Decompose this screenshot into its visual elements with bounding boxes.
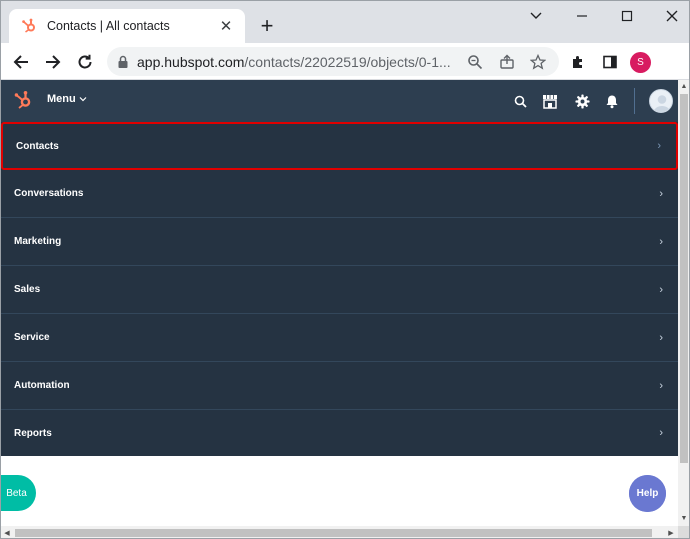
reload-icon[interactable] bbox=[72, 49, 98, 75]
chevron-right-icon: › bbox=[657, 140, 661, 152]
menu-item-sales[interactable]: Sales › bbox=[1, 266, 678, 314]
tab-search-chevron-icon[interactable] bbox=[521, 5, 551, 27]
close-window-icon[interactable] bbox=[657, 5, 687, 27]
beta-button[interactable]: Beta bbox=[1, 475, 36, 511]
lock-icon[interactable] bbox=[117, 55, 129, 69]
scroll-left-arrow-icon[interactable]: ◀ bbox=[1, 526, 13, 538]
menu-item-label: Reports bbox=[14, 427, 52, 439]
scroll-right-arrow-icon[interactable]: ▶ bbox=[665, 526, 677, 538]
menu-item-service[interactable]: Service › bbox=[1, 314, 678, 362]
marketplace-icon[interactable] bbox=[541, 92, 559, 110]
url-text[interactable]: app.hubspot.com/contacts/22022519/object… bbox=[137, 54, 455, 70]
profile-avatar[interactable]: S bbox=[630, 52, 651, 73]
scrollbar-corner bbox=[678, 526, 689, 538]
chevron-right-icon: › bbox=[659, 331, 663, 344]
user-avatar[interactable] bbox=[649, 89, 673, 113]
menu-item-conversations[interactable]: Conversations › bbox=[1, 170, 678, 218]
chevron-right-icon: › bbox=[659, 187, 663, 200]
address-bar[interactable]: app.hubspot.com/contacts/22022519/object… bbox=[107, 47, 559, 76]
search-icon[interactable] bbox=[511, 92, 529, 110]
menu-toggle-button[interactable]: Menu bbox=[47, 93, 87, 105]
menu-item-contacts[interactable]: Contacts › bbox=[1, 122, 678, 170]
menu-item-label: Marketing bbox=[14, 236, 62, 247]
side-panel-icon[interactable] bbox=[597, 49, 623, 75]
page-content bbox=[1, 456, 678, 526]
menu-item-label: Automation bbox=[14, 380, 70, 391]
tab-strip: Contacts | All contacts ✕ + bbox=[1, 1, 689, 43]
tab-close-icon[interactable]: ✕ bbox=[217, 17, 235, 35]
menu-item-label: Service bbox=[14, 332, 50, 343]
scroll-down-arrow-icon[interactable]: ▼ bbox=[678, 512, 689, 524]
minimize-icon[interactable] bbox=[567, 5, 597, 27]
main-menu-dropdown: Contacts › Conversations › Marketing › S… bbox=[1, 122, 678, 456]
vertical-scroll-thumb[interactable] bbox=[680, 94, 688, 463]
maximize-icon[interactable] bbox=[612, 5, 642, 27]
notification-bell-icon[interactable] bbox=[603, 92, 621, 110]
forward-arrow-icon[interactable] bbox=[40, 49, 66, 75]
chevron-right-icon: › bbox=[659, 379, 663, 392]
zoom-search-icon[interactable] bbox=[466, 53, 484, 71]
chevron-right-icon: › bbox=[659, 235, 663, 248]
menu-label: Menu bbox=[47, 93, 76, 105]
browser-tab-contacts[interactable]: Contacts | All contacts ✕ bbox=[9, 9, 245, 43]
tab-title: Contacts | All contacts bbox=[47, 19, 170, 33]
menu-item-label: Conversations bbox=[14, 188, 84, 199]
browser-toolbar: app.hubspot.com/contacts/22022519/object… bbox=[1, 43, 689, 80]
horizontal-scroll-thumb[interactable] bbox=[15, 529, 652, 537]
horizontal-scrollbar[interactable]: ◀ ▶ bbox=[1, 526, 678, 538]
new-tab-icon[interactable]: + bbox=[255, 13, 279, 38]
chevron-down-icon bbox=[79, 93, 87, 105]
nav-divider bbox=[634, 88, 635, 114]
vertical-scrollbar[interactable]: ▲ ▼ bbox=[678, 80, 689, 526]
extensions-puzzle-icon[interactable] bbox=[565, 49, 591, 75]
menu-item-label: Contacts bbox=[16, 140, 59, 152]
menu-item-marketing[interactable]: Marketing › bbox=[1, 218, 678, 266]
chevron-right-icon: › bbox=[659, 283, 663, 296]
hubspot-top-nav: Menu bbox=[1, 80, 678, 122]
menu-item-label: Sales bbox=[14, 284, 41, 295]
back-arrow-icon[interactable] bbox=[8, 49, 34, 75]
share-icon[interactable] bbox=[498, 53, 516, 71]
hubspot-favicon-icon bbox=[21, 18, 37, 34]
menu-item-reports[interactable]: Reports › bbox=[1, 410, 678, 456]
browser-window: Contacts | All contacts ✕ + app.hubspot.… bbox=[0, 0, 690, 539]
bookmark-star-icon[interactable] bbox=[529, 53, 547, 71]
help-button[interactable]: Help bbox=[629, 475, 666, 512]
scroll-up-arrow-icon[interactable]: ▲ bbox=[678, 80, 689, 92]
menu-item-automation[interactable]: Automation › bbox=[1, 362, 678, 410]
hubspot-logo-icon[interactable] bbox=[13, 90, 33, 110]
chevron-right-icon: › bbox=[659, 427, 663, 439]
gear-icon[interactable] bbox=[573, 92, 591, 110]
